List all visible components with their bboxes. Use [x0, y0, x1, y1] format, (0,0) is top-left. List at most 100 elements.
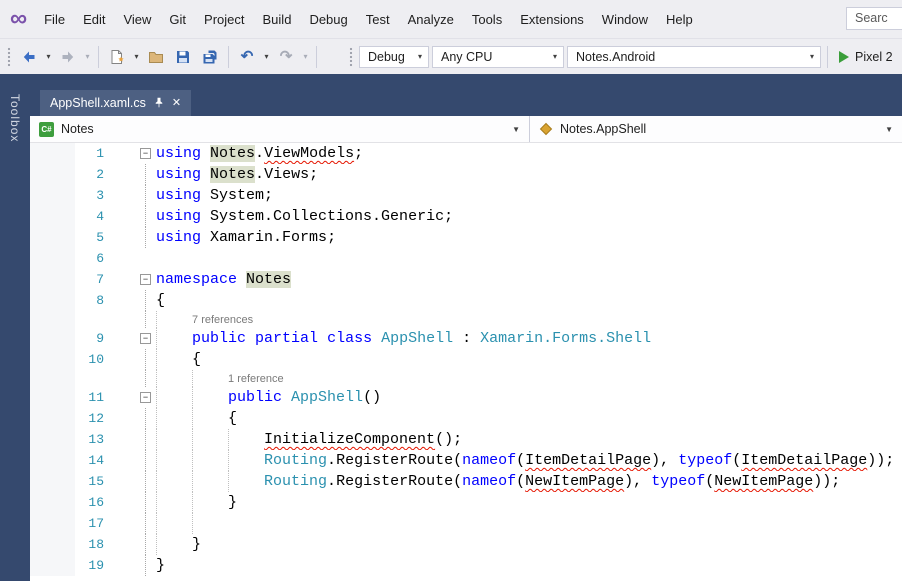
codelens-references[interactable]: 1 reference [228, 373, 284, 385]
navigate-forward-button[interactable] [56, 45, 80, 69]
code-text[interactable]: public AppShell() [154, 387, 902, 408]
selection-margin [108, 387, 138, 408]
breakpoint-margin[interactable] [30, 349, 75, 370]
codelens-references[interactable]: 7 references [192, 314, 253, 326]
breakpoint-margin[interactable] [30, 387, 75, 408]
breakpoint-margin[interactable] [30, 450, 75, 471]
new-item-button[interactable] [105, 45, 129, 69]
code-text[interactable]: 1 reference [154, 370, 902, 387]
breakpoint-margin[interactable] [30, 269, 75, 290]
toolbar-drag-grip-icon[interactable] [349, 46, 353, 67]
menu-item-help[interactable]: Help [657, 7, 702, 32]
breakpoint-margin[interactable] [30, 185, 75, 206]
solution-configuration-dropdown[interactable]: Debug ▾ [359, 45, 429, 68]
redo-button[interactable]: ↷ [274, 45, 298, 69]
code-text[interactable]: { [154, 408, 902, 429]
code-text[interactable]: using Notes.Views; [154, 164, 902, 185]
save-all-button[interactable] [198, 45, 222, 69]
document-tab-appshell[interactable]: AppShell.xaml.cs ✕ [40, 90, 192, 116]
breakpoint-margin[interactable] [30, 555, 75, 576]
code-text[interactable]: } [154, 492, 902, 513]
code-text[interactable]: InitializeComponent(); [154, 429, 902, 450]
menu-item-extensions[interactable]: Extensions [511, 7, 593, 32]
menu-item-window[interactable]: Window [593, 7, 657, 32]
code-text[interactable]: using Xamarin.Forms; [154, 227, 902, 248]
undo-dropdown-icon[interactable]: ▾ [262, 52, 271, 61]
breakpoint-margin[interactable] [30, 408, 75, 429]
undo-button[interactable]: ↶ [235, 45, 259, 69]
breakpoint-margin[interactable] [30, 164, 75, 185]
menu-item-edit[interactable]: Edit [74, 7, 114, 32]
breakpoint-margin[interactable] [30, 143, 75, 164]
breakpoint-margin[interactable] [30, 370, 75, 387]
code-text[interactable] [154, 513, 902, 534]
redo-dropdown-icon[interactable]: ▾ [301, 52, 310, 61]
run-button[interactable]: Pixel 2 [839, 50, 893, 64]
breakpoint-margin[interactable] [30, 534, 75, 555]
navigate-back-dropdown-icon[interactable]: ▾ [44, 52, 53, 61]
line-number: 1 [96, 146, 104, 161]
menu-item-build[interactable]: Build [254, 7, 301, 32]
code-line: 3 using System; [30, 185, 902, 206]
menu-item-file[interactable]: File [35, 7, 74, 32]
menu-item-git[interactable]: Git [160, 7, 195, 32]
code-line: 1 − using Notes.ViewModels; [30, 143, 902, 164]
toolbox-tab[interactable]: Toolbox [8, 94, 22, 142]
collapse-toggle-icon[interactable]: − [140, 333, 151, 344]
toolbar-drag-grip-icon[interactable] [7, 46, 11, 67]
code-text[interactable]: using System; [154, 185, 902, 206]
collapse-toggle-icon[interactable]: − [140, 392, 151, 403]
open-file-button[interactable] [144, 45, 168, 69]
code-text[interactable]: namespace Notes [154, 269, 902, 290]
code-text[interactable]: using Notes.ViewModels; [154, 143, 902, 164]
type-dropdown[interactable]: Notes.AppShell ▼ [530, 116, 902, 142]
menu-item-project[interactable]: Project [195, 7, 253, 32]
save-button[interactable] [171, 45, 195, 69]
breakpoint-margin[interactable] [30, 328, 75, 349]
code-text[interactable]: { [154, 349, 902, 370]
breakpoint-margin[interactable] [30, 206, 75, 227]
solution-platform-dropdown[interactable]: Any CPU ▾ [432, 45, 564, 68]
outlining-margin [138, 429, 154, 450]
outlining-margin [138, 164, 154, 185]
line-number: 11 [88, 390, 104, 405]
code-text[interactable]: } [154, 555, 902, 576]
collapse-toggle-icon[interactable]: − [140, 274, 151, 285]
code-area: 1− using Notes.ViewModels; 2 using Notes.Vi… [30, 143, 902, 576]
code-text[interactable]: } [154, 534, 902, 555]
breakpoint-margin[interactable] [30, 513, 75, 534]
code-text[interactable]: Routing.RegisterRoute(nameof(NewItemPage… [154, 471, 902, 492]
breakpoint-margin[interactable] [30, 290, 75, 311]
code-text[interactable] [154, 248, 902, 269]
startup-project-dropdown[interactable]: Notes.Android ▾ [567, 45, 821, 68]
menu-item-tools[interactable]: Tools [463, 7, 511, 32]
code-text[interactable]: Routing.RegisterRoute(nameof(ItemDetailP… [154, 450, 902, 471]
navigate-forward-dropdown-icon[interactable]: ▾ [83, 52, 92, 61]
breakpoint-margin[interactable] [30, 471, 75, 492]
breakpoint-margin[interactable] [30, 311, 75, 328]
breakpoint-margin[interactable] [30, 429, 75, 450]
code-text[interactable]: public partial class AppShell : Xamarin.… [154, 328, 902, 349]
back-arrow-icon [23, 51, 35, 62]
indent-guide [156, 450, 157, 471]
menu-item-debug[interactable]: Debug [300, 7, 356, 32]
menu-item-analyze[interactable]: Analyze [399, 7, 463, 32]
breakpoint-margin[interactable] [30, 248, 75, 269]
code-text[interactable]: 7 references [154, 311, 902, 328]
menu-item-view[interactable]: View [114, 7, 160, 32]
project-dropdown[interactable]: C# Notes ▼ [30, 116, 530, 142]
search-input[interactable]: Searc [846, 7, 902, 30]
code-text[interactable]: { [154, 290, 902, 311]
new-item-dropdown-icon[interactable]: ▾ [132, 52, 141, 61]
code-editor[interactable]: 1− using Notes.ViewModels; 2 using Notes.Vi… [30, 143, 902, 581]
breakpoint-margin[interactable] [30, 227, 75, 248]
breakpoint-margin[interactable] [30, 492, 75, 513]
menu-item-test[interactable]: Test [357, 7, 399, 32]
line-number: 15 [88, 474, 104, 489]
navigate-back-button[interactable] [17, 45, 41, 69]
close-icon[interactable]: ✕ [172, 97, 181, 109]
collapse-toggle-icon[interactable]: − [140, 148, 151, 159]
pin-icon[interactable] [154, 97, 164, 109]
code-text[interactable]: using System.Collections.Generic; [154, 206, 902, 227]
outlining-margin: − [138, 328, 154, 349]
